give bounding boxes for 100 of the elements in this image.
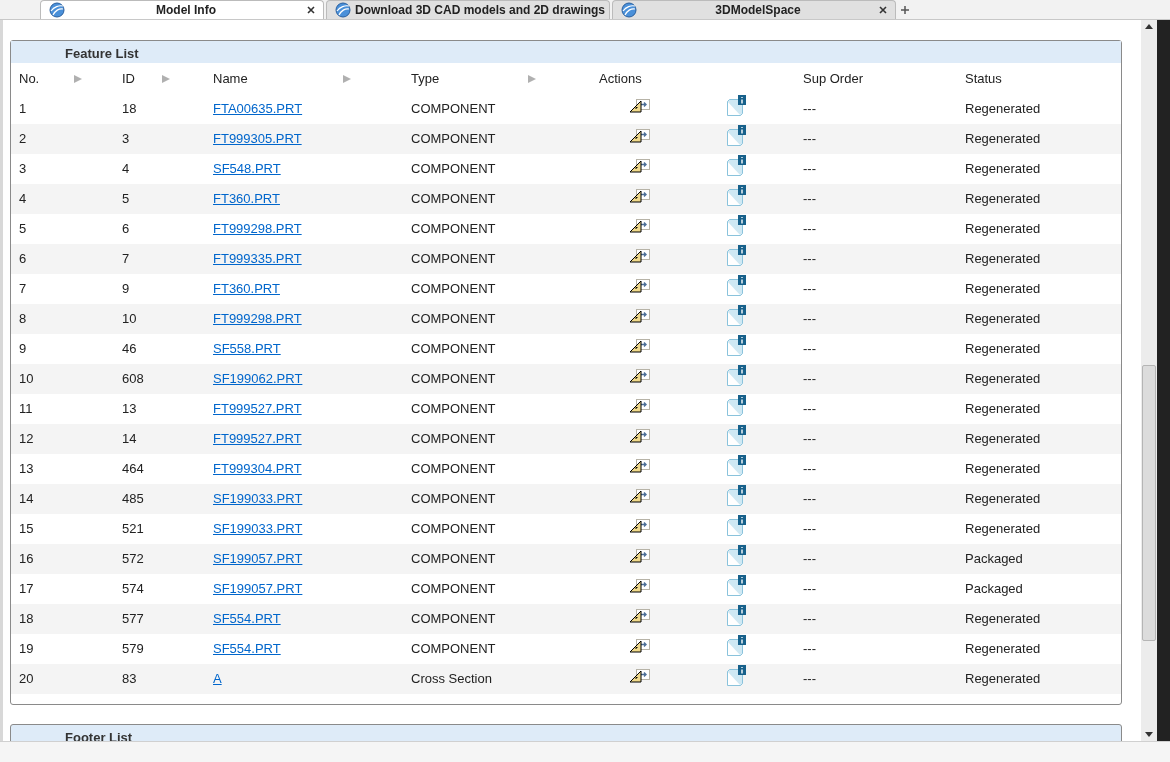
info-cube-icon[interactable] <box>726 635 746 657</box>
info-cube-icon[interactable] <box>726 275 746 297</box>
vertical-scrollbar[interactable] <box>1141 20 1157 741</box>
part-link[interactable]: FT999298.PRT <box>213 311 302 327</box>
status-text: Regenerated <box>965 281 1041 297</box>
status-text: Regenerated <box>965 251 1041 267</box>
info-cube-icon[interactable] <box>726 665 746 687</box>
part-link[interactable]: FT360.PRT <box>213 281 280 297</box>
table-cell: 574 <box>122 581 144 597</box>
part-link[interactable]: FT999304.PRT <box>213 461 302 477</box>
info-cube-icon[interactable] <box>726 215 746 237</box>
scroll-down-icon[interactable] <box>1145 732 1153 737</box>
table-cell: COMPONENT <box>411 611 496 627</box>
set-square-icon[interactable] <box>629 519 650 533</box>
part-link[interactable]: FT999335.PRT <box>213 251 302 267</box>
set-square-icon[interactable] <box>629 639 650 653</box>
table-cell: 608 <box>122 371 144 387</box>
set-square-icon[interactable] <box>629 159 650 173</box>
scrollbar-thumb[interactable] <box>1142 365 1156 641</box>
info-cube-icon[interactable] <box>726 395 746 417</box>
info-cube-icon[interactable] <box>726 425 746 447</box>
info-cube-icon[interactable] <box>726 485 746 507</box>
table-cell: --- <box>803 671 816 687</box>
browser-tab[interactable]: Model Info <box>40 0 324 19</box>
part-link[interactable]: FT999305.PRT <box>213 131 302 147</box>
set-square-icon[interactable] <box>629 399 650 413</box>
part-link[interactable]: SF199033.PRT <box>213 491 303 507</box>
table-cell: COMPONENT <box>411 581 496 597</box>
info-cube-icon[interactable] <box>726 185 746 207</box>
info-cube-icon[interactable] <box>726 605 746 627</box>
row-number: 9 <box>19 341 27 357</box>
part-link[interactable]: FT999298.PRT <box>213 221 302 237</box>
scroll-up-icon[interactable] <box>1145 24 1153 29</box>
table-cell: --- <box>803 191 816 207</box>
info-cube-icon[interactable] <box>726 575 746 597</box>
info-cube-icon[interactable] <box>726 245 746 267</box>
info-cube-icon[interactable] <box>726 545 746 567</box>
set-square-icon[interactable] <box>629 309 650 323</box>
table-cell: 521 <box>122 521 144 537</box>
set-square-icon[interactable] <box>629 549 650 563</box>
set-square-icon[interactable] <box>629 579 650 593</box>
set-square-icon[interactable] <box>629 249 650 263</box>
table-cell: 14 <box>122 431 137 447</box>
set-square-icon[interactable] <box>629 189 650 203</box>
set-square-icon[interactable] <box>629 459 650 473</box>
table-cell: 485 <box>122 491 144 507</box>
table-cell: --- <box>803 131 816 147</box>
info-cube-icon[interactable] <box>726 455 746 477</box>
set-square-icon[interactable] <box>629 609 650 623</box>
close-icon[interactable] <box>879 6 887 14</box>
set-square-icon[interactable] <box>629 219 650 233</box>
part-link[interactable]: SF548.PRT <box>213 161 281 177</box>
globe-icon <box>621 2 637 18</box>
info-cube-icon[interactable] <box>726 95 746 117</box>
part-link[interactable]: FT360.PRT <box>213 191 280 207</box>
row-number: 17 <box>19 581 34 597</box>
column-header: No. <box>19 69 41 88</box>
set-square-icon[interactable] <box>629 489 650 503</box>
column-header: Status <box>965 69 1003 88</box>
browser-tab[interactable]: 3DModelSpace <box>612 0 896 19</box>
status-text: Regenerated <box>965 221 1041 237</box>
info-cube-icon[interactable] <box>726 305 746 327</box>
part-link[interactable]: SF554.PRT <box>213 611 281 627</box>
set-square-icon[interactable] <box>629 429 650 443</box>
table-cell: --- <box>803 461 816 477</box>
row-number: 4 <box>19 191 27 207</box>
table-cell: COMPONENT <box>411 221 496 237</box>
part-link[interactable]: FTA00635.PRT <box>213 101 303 117</box>
part-link[interactable]: SF199057.PRT <box>213 551 303 567</box>
part-link[interactable]: FT999527.PRT <box>213 431 302 447</box>
part-link[interactable]: SF558.PRT <box>213 341 281 357</box>
table-cell: --- <box>803 221 816 237</box>
info-cube-icon[interactable] <box>726 335 746 357</box>
part-link[interactable]: SF554.PRT <box>213 641 281 657</box>
row-number: 18 <box>19 611 34 627</box>
table-cell: COMPONENT <box>411 641 496 657</box>
info-cube-icon[interactable] <box>726 125 746 147</box>
part-link[interactable]: A <box>213 671 222 687</box>
set-square-icon[interactable] <box>629 279 650 293</box>
part-link[interactable]: SF199033.PRT <box>213 521 303 537</box>
set-square-icon[interactable] <box>629 669 650 683</box>
row-number: 19 <box>19 641 34 657</box>
tab-title: Download 3D CAD models and 2D drawings <box>355 2 606 19</box>
table-cell: 4 <box>122 161 130 177</box>
browser-tab[interactable]: Download 3D CAD models and 2D drawings <box>326 0 610 19</box>
table-cell: 5 <box>122 191 130 207</box>
table-cell: --- <box>803 641 816 657</box>
set-square-icon[interactable] <box>629 129 650 143</box>
part-link[interactable]: FT999527.PRT <box>213 401 302 417</box>
table-cell: COMPONENT <box>411 551 496 567</box>
set-square-icon[interactable] <box>629 99 650 113</box>
table-cell: 577 <box>122 611 144 627</box>
part-link[interactable]: SF199062.PRT <box>213 371 303 387</box>
set-square-icon[interactable] <box>629 369 650 383</box>
set-square-icon[interactable] <box>629 339 650 353</box>
info-cube-icon[interactable] <box>726 155 746 177</box>
part-link[interactable]: SF199057.PRT <box>213 581 303 597</box>
info-cube-icon[interactable] <box>726 365 746 387</box>
close-icon[interactable] <box>307 6 315 14</box>
info-cube-icon[interactable] <box>726 515 746 537</box>
